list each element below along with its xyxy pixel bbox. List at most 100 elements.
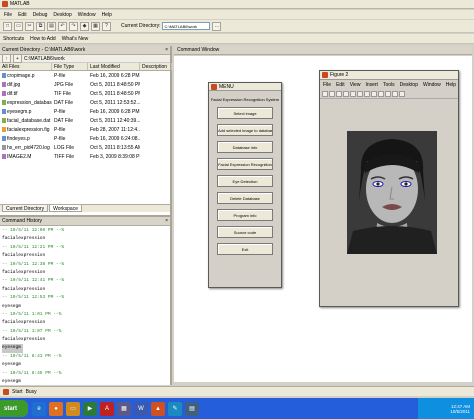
menu-file[interactable]: File xyxy=(4,12,12,18)
rotate-icon[interactable] xyxy=(378,90,384,97)
open-file-button[interactable]: ▭ xyxy=(14,21,23,31)
paste-button[interactable]: ▤ xyxy=(47,21,56,31)
acrobat-icon[interactable]: A xyxy=(100,401,114,416)
history-command[interactable]: facialexpression xyxy=(2,269,168,277)
figure-menu-view[interactable]: View xyxy=(350,82,361,88)
new-folder-button[interactable]: + xyxy=(13,54,22,63)
menu-debug[interactable]: Debug xyxy=(33,12,48,18)
internet-explorer-icon[interactable]: e xyxy=(32,401,46,416)
history-session-separator[interactable]: -- 10/5/11 12:38 PM --% xyxy=(2,261,168,269)
history-command[interactable]: facialexpression xyxy=(2,319,168,327)
current-directory-field[interactable]: C:\MATLAB6\work xyxy=(162,22,211,30)
file-row[interactable]: facial_database.dat DAT File Oct 5, 2011 1… xyxy=(0,116,170,125)
file-row[interactable]: expression_database DAT File Oct 5, 2011 1… xyxy=(0,98,170,107)
menu-button-source-code[interactable]: Source code xyxy=(217,226,273,238)
whats-new-link[interactable]: What's New xyxy=(62,36,89,42)
figure-menu-tools[interactable]: Tools xyxy=(383,82,395,88)
history-session-separator[interactable]: -- 10/5/11 8:45 PM --% xyxy=(2,370,168,378)
paint-icon[interactable]: ✎ xyxy=(168,401,182,416)
shortcuts-label[interactable]: Shortcuts xyxy=(3,36,24,42)
menu-button-delete-database[interactable]: Delete Database xyxy=(217,192,273,204)
menu-edit[interactable]: Edit xyxy=(18,12,27,18)
menu-button-program-info[interactable]: Program info xyxy=(217,209,273,221)
menu-button-add-selected-image-to-database[interactable]: Add selected image to database xyxy=(217,124,273,136)
history-command[interactable]: facialexpression xyxy=(2,336,168,344)
column-header-description[interactable]: Description xyxy=(140,63,172,70)
close-icon[interactable]: × xyxy=(165,47,168,53)
menu-help[interactable]: Help xyxy=(102,12,112,18)
figure-menu-window[interactable]: Window xyxy=(423,82,441,88)
media-player-icon[interactable]: ▶ xyxy=(83,401,97,416)
help-button[interactable]: ? xyxy=(102,21,111,31)
firefox-icon[interactable]: ● xyxy=(49,401,63,416)
history-session-separator[interactable]: -- 10/5/11 8:41 PM --% xyxy=(2,353,168,361)
menu-button-database-info[interactable]: Database info xyxy=(217,141,273,153)
pan-icon[interactable] xyxy=(371,90,377,97)
word-icon[interactable]: W xyxy=(134,401,148,416)
zoom-in-icon[interactable] xyxy=(357,90,363,97)
data-cursor-icon[interactable] xyxy=(385,90,391,97)
calculator-icon[interactable]: ▦ xyxy=(117,401,131,416)
open-icon[interactable] xyxy=(329,90,335,97)
history-session-separator[interactable]: -- 10/5/11 1:01 PM --% xyxy=(2,311,168,319)
folder-icon[interactable]: ▭ xyxy=(66,401,80,416)
column-header-type[interactable]: File Type xyxy=(52,63,88,70)
menu-button-select-image[interactable]: Select image xyxy=(217,107,273,119)
colorbar-icon[interactable] xyxy=(392,90,398,97)
history-command[interactable]: eyesegm xyxy=(2,303,168,311)
menu-button-facial-expression-recognition[interactable]: Facial Expression Recognition xyxy=(217,158,273,170)
print-icon[interactable] xyxy=(343,90,349,97)
redo-button[interactable]: ↷ xyxy=(69,21,78,31)
file-row[interactable]: dif.tif TIF File Oct 5, 2011 8:48:50 PM xyxy=(0,89,170,98)
history-session-separator[interactable]: -- 10/5/11 12:41 PM --% xyxy=(2,277,168,285)
close-icon[interactable]: × xyxy=(165,218,168,224)
undo-button[interactable]: ↶ xyxy=(58,21,67,31)
tab-workspace[interactable]: Workspace xyxy=(49,205,82,212)
matlab-icon[interactable]: ▲ xyxy=(151,401,165,416)
up-folder-button[interactable]: ↑ xyxy=(2,54,11,63)
tab-current-directory[interactable]: Current Directory xyxy=(2,205,49,212)
figure-menu-help[interactable]: Help xyxy=(446,82,456,88)
save-icon[interactable] xyxy=(336,90,342,97)
explorer-window-icon[interactable]: ▤ xyxy=(185,401,199,416)
menu-desktop[interactable]: Desktop xyxy=(53,12,71,18)
zoom-out-icon[interactable] xyxy=(364,90,370,97)
file-row[interactable]: dif.jpg JPG File Oct 5, 2011 8:48:50 PM xyxy=(0,80,170,89)
figure-menu-desktop[interactable]: Desktop xyxy=(400,82,418,88)
history-session-separator[interactable]: -- 10/5/11 12:06 PM --% xyxy=(2,227,168,235)
file-row[interactable]: findeyes.p P-file Feb 16, 2009 6:24:08... xyxy=(0,134,170,143)
edit-plot-icon[interactable] xyxy=(350,90,356,97)
matlab-start-icon[interactable] xyxy=(3,388,9,395)
figure-menu-file[interactable]: File xyxy=(323,82,331,88)
figure-menu-edit[interactable]: Edit xyxy=(336,82,345,88)
copy-button[interactable]: ⧉ xyxy=(36,21,45,31)
figure-menu-insert[interactable]: Insert xyxy=(365,82,378,88)
legend-icon[interactable] xyxy=(399,90,405,97)
history-selected-command[interactable]: eyesegm xyxy=(2,344,23,353)
history-command[interactable]: facialexpression xyxy=(2,286,168,294)
history-command[interactable]: eyesegm xyxy=(2,344,168,353)
cut-button[interactable]: ✂ xyxy=(25,21,34,31)
history-command[interactable]: eyesegm xyxy=(2,361,168,369)
column-header-name[interactable]: All Files xyxy=(0,63,52,70)
file-row[interactable]: hs_err_pid4720.log LOG File Oct 5, 2011 8:… xyxy=(0,143,170,152)
history-session-separator[interactable]: -- 10/5/11 12:21 PM --% xyxy=(2,244,168,252)
start-button[interactable]: start xyxy=(0,400,28,417)
how-to-add-link[interactable]: How to Add xyxy=(30,36,56,42)
column-header-modified[interactable]: Last Modified xyxy=(88,63,140,70)
new-file-button[interactable]: □ xyxy=(3,21,12,31)
file-row[interactable]: eyesegm.p P-file Feb 16, 2009 6:28 PM xyxy=(0,107,170,116)
history-command[interactable]: facialexpression xyxy=(2,235,168,243)
status-start-label[interactable]: Start xyxy=(12,389,23,395)
file-row[interactable]: facialexpression.fig P-file Feb 28, 2007 1… xyxy=(0,125,170,134)
guide-button[interactable]: ▦ xyxy=(91,21,100,31)
file-row[interactable]: IMAGE2.M TIFF File Feb 3, 2009 8:39:08 PM xyxy=(0,152,170,161)
browse-folder-button[interactable]: … xyxy=(212,21,222,31)
history-command[interactable]: facialexpression xyxy=(2,252,168,260)
menu-window[interactable]: Window xyxy=(78,12,96,18)
simulink-button[interactable]: ◆ xyxy=(80,21,89,31)
menu-button-eye-detection[interactable]: Eye Detection xyxy=(217,175,273,187)
menu-button-exit[interactable]: Exit xyxy=(217,243,273,255)
history-session-separator[interactable]: -- 10/5/11 12:53 PM --% xyxy=(2,294,168,302)
new-figure-icon[interactable] xyxy=(322,90,328,97)
